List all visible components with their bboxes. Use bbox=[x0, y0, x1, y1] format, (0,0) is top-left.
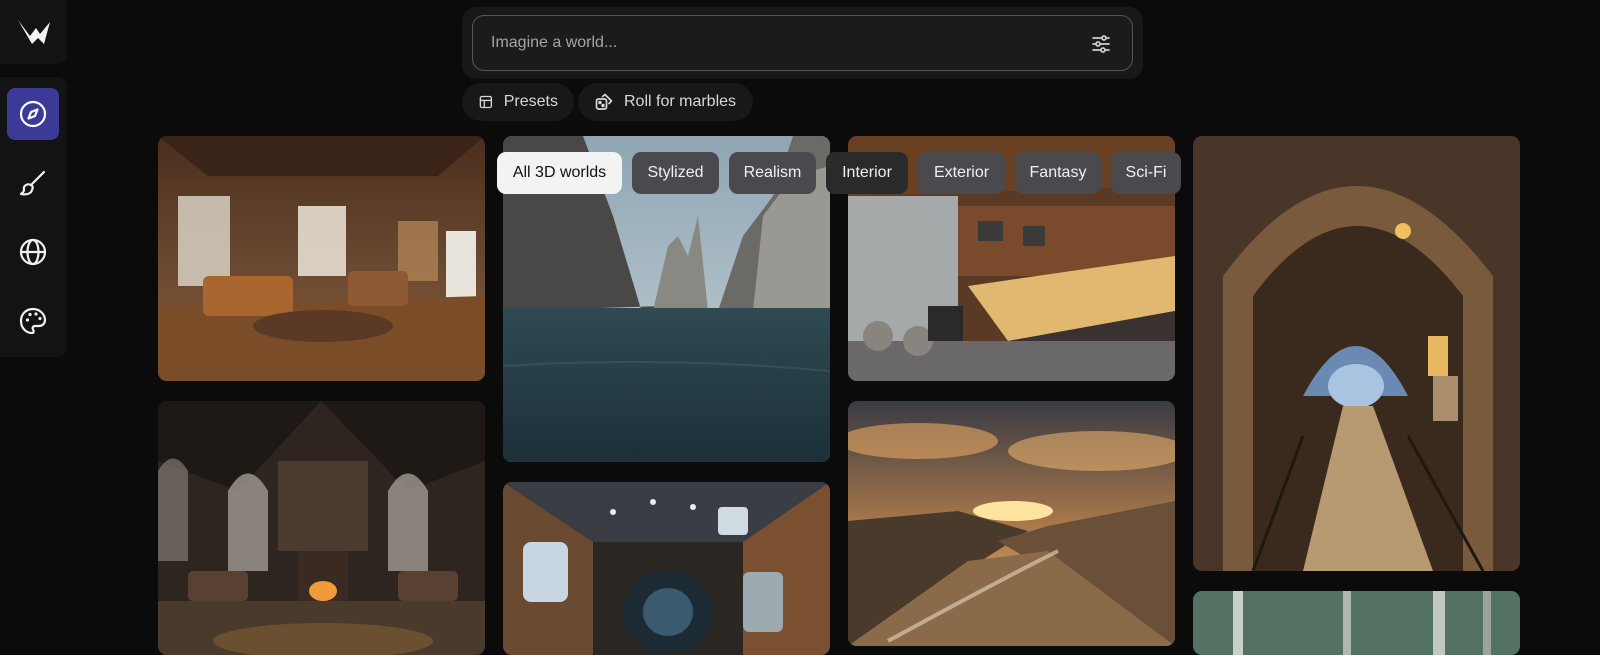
dice-icon bbox=[595, 93, 613, 110]
world-card-sunset-valley[interactable] bbox=[848, 401, 1175, 646]
world-thumbnail-image bbox=[158, 401, 485, 655]
filter-chip-realism[interactable]: Realism bbox=[729, 152, 816, 194]
filter-chip-label: Realism bbox=[743, 164, 802, 181]
gallery-column-1 bbox=[158, 136, 485, 655]
world-thumbnail-image bbox=[158, 136, 485, 381]
filter-chip-all[interactable]: All 3D worlds bbox=[497, 152, 622, 194]
filter-chip-label: All 3D worlds bbox=[512, 164, 607, 181]
filter-chip-label: Sci-Fi bbox=[1125, 164, 1167, 181]
filter-chip-label: Fantasy bbox=[1029, 164, 1087, 181]
settings-sliders-icon[interactable] bbox=[1090, 33, 1112, 55]
search-container bbox=[462, 7, 1143, 79]
filter-chip-exterior[interactable]: Exterior bbox=[918, 152, 1005, 194]
filter-chip-stylized[interactable]: Stylized bbox=[632, 152, 719, 194]
nav-styles[interactable] bbox=[7, 295, 59, 347]
world-card-stone-tunnel[interactable] bbox=[1193, 136, 1520, 571]
search-box bbox=[472, 15, 1133, 71]
presets-label: Presets bbox=[503, 93, 558, 110]
layout-icon bbox=[479, 95, 493, 109]
nav-explore[interactable] bbox=[7, 88, 59, 140]
world-card-spaceship-corridor[interactable] bbox=[503, 482, 830, 655]
filter-chip-label: Exterior bbox=[933, 164, 990, 181]
filter-chip-scifi[interactable]: Sci-Fi bbox=[1111, 152, 1181, 194]
app-logo[interactable] bbox=[0, 0, 67, 64]
brush-icon bbox=[19, 170, 46, 196]
filter-chip-label: Interior bbox=[842, 164, 892, 181]
world-card-gothic-hall[interactable] bbox=[158, 401, 485, 655]
world-thumbnail-image bbox=[1193, 136, 1520, 571]
sidebar-nav bbox=[0, 77, 67, 357]
gallery-column-3 bbox=[848, 136, 1175, 655]
search-input[interactable] bbox=[491, 16, 1051, 70]
palette-icon bbox=[19, 307, 47, 335]
nav-worlds[interactable] bbox=[7, 226, 59, 278]
gallery-column-4 bbox=[1193, 136, 1520, 655]
filter-chip-interior[interactable]: Interior bbox=[826, 152, 908, 194]
compass-icon bbox=[19, 100, 47, 128]
filter-chip-label: Stylized bbox=[647, 164, 704, 181]
globe-icon bbox=[19, 238, 47, 266]
roll-label: Roll for marbles bbox=[624, 93, 737, 110]
world-thumbnail-image bbox=[1193, 591, 1520, 655]
gallery-column-2 bbox=[503, 136, 830, 655]
world-card-loft-living-room[interactable] bbox=[158, 136, 485, 381]
presets-button[interactable]: Presets bbox=[462, 83, 574, 121]
world-card-forest[interactable] bbox=[1193, 591, 1520, 655]
logo-icon bbox=[17, 20, 50, 44]
filter-chip-fantasy[interactable]: Fantasy bbox=[1015, 152, 1101, 194]
roll-for-marbles-button[interactable]: Roll for marbles bbox=[578, 83, 753, 121]
world-thumbnail-image bbox=[848, 401, 1175, 646]
world-thumbnail-image bbox=[503, 482, 830, 655]
nav-create[interactable] bbox=[7, 157, 59, 209]
